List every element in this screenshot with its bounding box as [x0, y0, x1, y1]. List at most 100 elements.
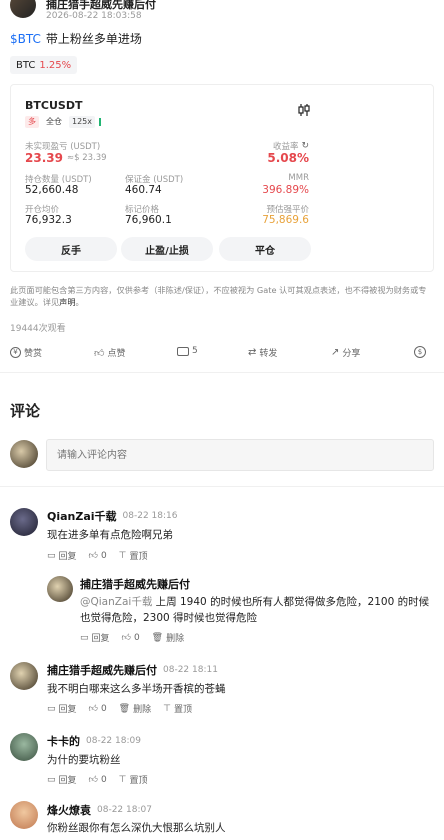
- comment-text: 我不明白哪来这么多半场开香槟的苍蝇: [47, 683, 226, 695]
- current-user-avatar: [10, 440, 38, 468]
- position-card[interactable]: BTCUSDT 多 全仓 125x 未实现盈亏 (USDT) 23.39 ≈$ …: [10, 84, 434, 272]
- mark-value: 76,960.1: [125, 214, 172, 226]
- thumbs-up-icon: 👍︎: [88, 774, 98, 785]
- comment-header: 烽火燎袁 08-22 18:07: [47, 802, 152, 818]
- pin-label: 置顶: [129, 552, 148, 562]
- pin-button[interactable]: ⊤ 置顶: [119, 549, 148, 563]
- reply-button[interactable]: ▭ 回复: [47, 773, 77, 787]
- post-body: $BTC 带上粉丝多单进场: [10, 30, 142, 47]
- delete-button[interactable]: 🗑︎ 删除: [119, 702, 152, 716]
- like-count: 0: [100, 550, 107, 561]
- like-button[interactable]: 👍︎ 点赞: [94, 346, 125, 360]
- comment-icon: [177, 346, 189, 356]
- comment-actions: ▭ 回复 👍︎ 0 ⊤ 置顶: [47, 549, 148, 563]
- coin-chip[interactable]: BTC 1.25%: [10, 56, 78, 74]
- divider: [0, 486, 444, 487]
- commenter-name[interactable]: 捕庄猎手超威先赚后付: [47, 662, 157, 678]
- comment-like-button[interactable]: 👍︎ 0: [89, 775, 107, 785]
- thumbs-up-icon: 👍︎: [88, 703, 98, 714]
- commenter-name[interactable]: QianZai千载: [47, 508, 117, 524]
- comment-header: 捕庄猎手超威先赚后付 08-22 18:11: [47, 662, 218, 678]
- reply-button[interactable]: ▭ 回复: [47, 702, 77, 716]
- close-position-button[interactable]: 平仓: [219, 237, 311, 261]
- comment-text: 现在进多单有点危险啊兄弟: [47, 529, 173, 541]
- reply-button[interactable]: ▭ 回复: [47, 549, 77, 563]
- comment-button[interactable]: 5: [177, 346, 198, 356]
- delete-button[interactable]: 🗑︎ 删除: [152, 631, 185, 645]
- thumbs-up-icon: 👍︎: [121, 632, 131, 643]
- coin-chip-symbol: BTC: [16, 59, 36, 71]
- disclaimer-end: 。: [75, 297, 84, 307]
- disclaimer: 此页面可能包含第三方内容，仅供参考（非陈述/保证），不应被视为 Gate 认可其…: [10, 284, 434, 308]
- leverage-tag: 125x: [69, 116, 96, 128]
- tip-icon: ¥: [10, 347, 21, 358]
- commenter-name[interactable]: 卡卡的: [47, 733, 80, 749]
- pair-name: BTCUSDT: [25, 99, 83, 112]
- author-avatar[interactable]: [10, 0, 36, 18]
- entry-value: 76,932.3: [25, 214, 72, 226]
- reply-author-name[interactable]: 捕庄猎手超威先赚后付: [80, 576, 190, 592]
- post-text: 带上粉丝多单进场: [45, 32, 142, 46]
- comment-actions: ▭ 回复 👍︎ 0 ⊤ 置顶: [47, 773, 148, 787]
- unrealized-pnl-value: 23.39: [25, 151, 63, 165]
- unrealized-pnl-approx: ≈$ 23.39: [66, 153, 107, 163]
- comment-time: 08-22 18:09: [86, 736, 141, 746]
- tpsl-button[interactable]: 止盈/止损: [121, 237, 213, 261]
- disclaimer-link[interactable]: 声明: [59, 297, 75, 307]
- mmr-label: MMR: [288, 173, 309, 183]
- pin-label: 置顶: [173, 705, 192, 715]
- pin-icon: ⊤: [163, 703, 171, 714]
- reply-mention[interactable]: @QianZai千载: [80, 596, 152, 608]
- reply-icon: ▭: [47, 703, 56, 714]
- reply-label: 回复: [58, 705, 77, 715]
- comment-like-button[interactable]: 👍︎ 0: [89, 551, 107, 561]
- commenter-avatar[interactable]: [10, 733, 38, 761]
- reply-button[interactable]: ▭ 回复: [80, 631, 110, 645]
- share-button[interactable]: ↗ 分享: [331, 346, 360, 359]
- delete-label: 删除: [133, 705, 152, 715]
- like-count: 0: [100, 703, 107, 714]
- reverse-button[interactable]: 反手: [25, 237, 117, 261]
- comment-input[interactable]: [47, 440, 433, 470]
- coin-icon[interactable]: $: [414, 346, 426, 358]
- margin-mode-tag: 全仓: [46, 117, 62, 126]
- liq-value: 75,869.6: [262, 214, 309, 226]
- commenter-avatar[interactable]: [10, 508, 38, 536]
- thumbs-up-icon: 👍︎: [88, 550, 98, 561]
- reply-text: @QianZai千载 上周 1940 的时候也所有人都觉得做多危险，2100 的…: [80, 594, 430, 626]
- refresh-icon[interactable]: ↻: [301, 141, 309, 151]
- comment-time: 08-22 18:11: [163, 665, 218, 675]
- comment-like-button[interactable]: 👍︎ 0: [89, 704, 107, 714]
- commenter-avatar[interactable]: [10, 801, 38, 829]
- roi-value: 5.08%: [267, 151, 309, 165]
- pin-button[interactable]: ⊤ 置顶: [163, 702, 192, 716]
- comment-time: 08-22 18:07: [97, 805, 152, 815]
- pin-icon: ⊤: [118, 774, 127, 785]
- tip-button[interactable]: ¥ 赞赏: [10, 346, 42, 359]
- reply-actions: ▭ 回复 👍︎ 0 🗑︎ 删除: [80, 631, 185, 645]
- delete-label: 删除: [166, 634, 185, 644]
- position-tags: 多 全仓 125x: [25, 116, 102, 128]
- thumbs-up-icon: 👍︎: [94, 347, 105, 359]
- comments-title: 评论: [10, 402, 41, 420]
- comment-input-box[interactable]: [46, 439, 434, 471]
- comment-like-button[interactable]: 👍︎ 0: [122, 633, 140, 643]
- reply-icon: ▭: [47, 774, 56, 785]
- reply-label: 回复: [91, 634, 110, 644]
- candlestick-icon[interactable]: [297, 103, 311, 117]
- pin-button[interactable]: ⊤ 置顶: [118, 773, 148, 787]
- commenter-name[interactable]: 烽火燎袁: [47, 802, 91, 818]
- reply-avatar[interactable]: [47, 576, 73, 602]
- ticker-link[interactable]: $BTC: [10, 32, 41, 46]
- comment-count: 5: [192, 346, 198, 356]
- pin-label: 置顶: [129, 776, 148, 786]
- commenter-avatar[interactable]: [10, 662, 38, 690]
- comment-text: 你粉丝跟你有怎么深仇大恨那么坑别人: [47, 822, 226, 834]
- comment-header: 卡卡的 08-22 18:09: [47, 733, 141, 749]
- repost-button[interactable]: ⇄ 转发: [248, 346, 277, 359]
- reply-label: 回复: [58, 776, 77, 786]
- repost-label: 转发: [259, 349, 278, 359]
- comment-header: QianZai千载 08-22 18:16: [47, 508, 178, 524]
- unrealized-pnl: 23.39 ≈$ 23.39: [25, 151, 107, 165]
- margin-value: 460.74: [125, 184, 162, 196]
